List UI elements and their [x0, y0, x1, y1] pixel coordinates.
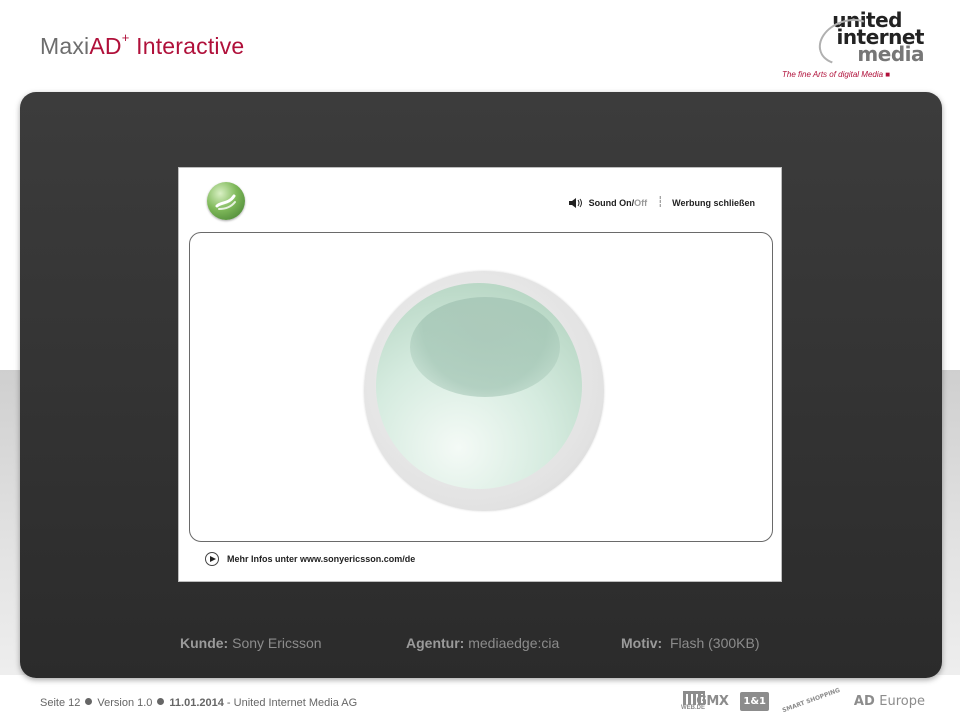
smart-shopping-logo: SMART SHOPPING [781, 686, 842, 715]
title-accent-text: AD [89, 33, 122, 59]
orb-highlight [410, 297, 560, 397]
motiv-label: Motiv: [621, 635, 663, 651]
brand-logo-bar: WEB.DE GMX 1&1 SMART SHOPPING AD Europe [680, 686, 925, 716]
agentur-value: mediaedge:cia [468, 635, 560, 651]
united-internet-media-logo: united internet media The fine Arts of d… [780, 10, 930, 82]
sound-toggle-button[interactable]: Sound On/Off [589, 198, 648, 208]
ad-preview-window: Sound On/Off ┆ Werbung schließen Mehr In… [178, 167, 782, 582]
logo-tagline: The fine Arts of digital Media ■ [782, 70, 891, 79]
1und1-logo: 1&1 [740, 691, 769, 711]
sound-on-label: Sound On/ [588, 197, 635, 208]
close-ad-button[interactable]: Werbung schließen [672, 198, 755, 208]
caption-motiv: Motiv: Flash (300KB) [621, 635, 759, 651]
play-icon [205, 552, 219, 566]
footer-dot-icon [157, 698, 165, 705]
title-accent: AD+ [89, 30, 130, 59]
orb-inner [376, 283, 582, 489]
speaker-icon [568, 197, 582, 208]
ad-europe-logo: AD Europe [854, 694, 925, 709]
ad-controls: Sound On/Off ┆ Werbung schließen [568, 197, 755, 208]
webde-logo: WEB.DE [680, 689, 705, 713]
control-separator: ┆ [657, 197, 663, 208]
footer-date: 11.01.2014 [169, 697, 224, 709]
agentur-label: Agentur: [406, 635, 465, 651]
orb-graphic[interactable] [364, 271, 604, 511]
ad-stage [189, 232, 773, 542]
webde-columns-icon [683, 691, 705, 705]
webde-label: WEB.DE [681, 705, 705, 711]
kunde-value: Sony Ericsson [232, 635, 322, 651]
sony-ericsson-logo-icon [207, 182, 245, 220]
version: Version 1.0 [97, 697, 153, 709]
sound-off-label: Off [634, 197, 648, 208]
title-main: Maxi [40, 33, 90, 59]
ad-europe-ad: AD [853, 693, 875, 709]
ad-europe-europe: Europe [879, 693, 925, 709]
page-footer: Seite 12 Version 1.0 11.01.2014 - United I… [40, 697, 357, 709]
title-sup: + [121, 30, 130, 46]
ad-more-info-link[interactable]: Mehr Infos unter www.sonyericsson.com/de [205, 552, 415, 566]
caption-kunde: Kunde: Sony Ericsson [180, 635, 322, 651]
footer-company: - United Internet Media AG [223, 697, 358, 709]
motiv-value: Flash (300KB) [670, 635, 760, 651]
caption-agentur: Agentur: mediaedge:cia [406, 635, 559, 651]
title-rest: Interactive [129, 33, 245, 59]
more-info-text: Mehr Infos unter www.sonyericsson.com/de [227, 554, 416, 564]
kunde-label: Kunde: [180, 635, 229, 651]
slide-title: MaxiAD+ Interactive [40, 30, 245, 60]
footer-dot-icon [85, 698, 93, 705]
page-number: Seite 12 [40, 697, 81, 709]
